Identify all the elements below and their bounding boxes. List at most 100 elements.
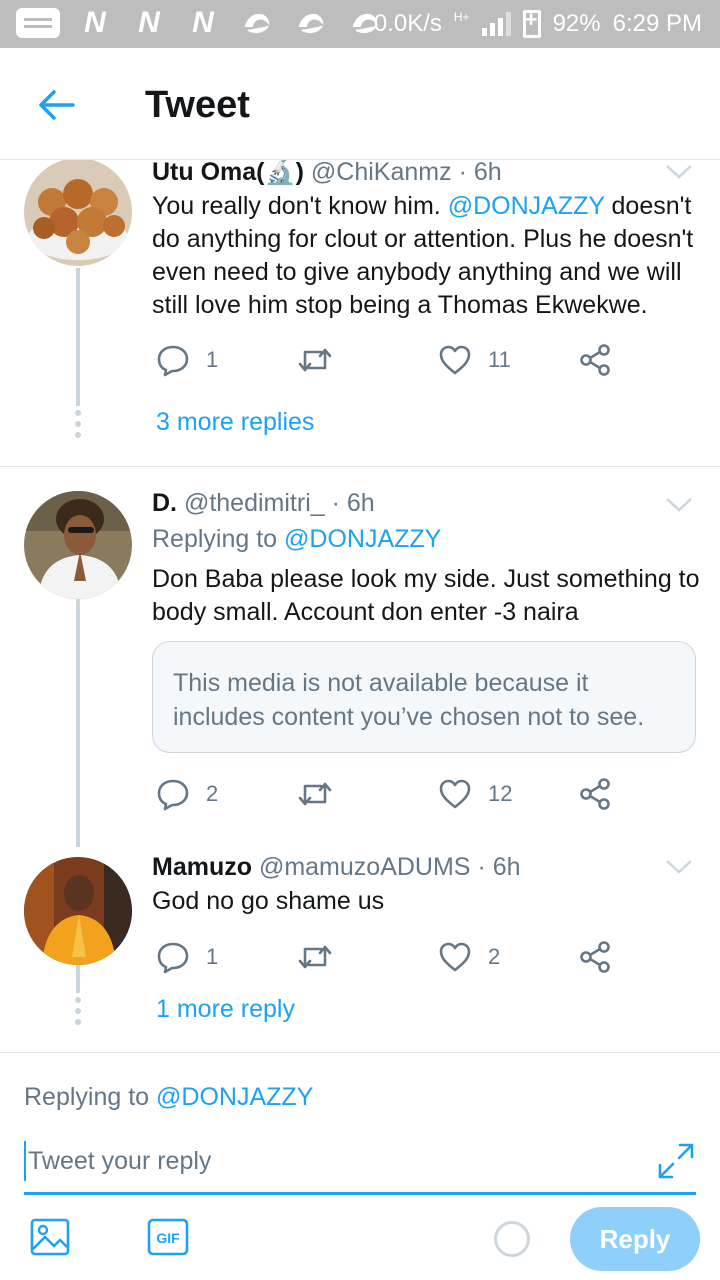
author-name[interactable]: D. (152, 489, 177, 517)
avatar-image-person-praying (24, 491, 132, 599)
like-count: 11 (488, 347, 511, 372)
reply-button[interactable]: Reply (570, 1207, 700, 1271)
share-icon (580, 344, 610, 376)
author-handle[interactable]: @mamuzoADUMS (259, 853, 471, 881)
media-unavailable-notice[interactable]: This media is not available because it i… (152, 641, 696, 753)
thread-dots (74, 997, 82, 1025)
tweet-text: Don Baba please look my side. Just somet… (152, 565, 700, 626)
tweet-menu-button[interactable] (664, 162, 694, 182)
page-title: Tweet (145, 84, 250, 126)
clock: 6:29 PM (612, 10, 702, 37)
share-icon (580, 941, 610, 973)
reply-action[interactable]: 1 (156, 340, 218, 380)
chevron-down-icon (666, 498, 692, 512)
character-counter-ring (494, 1221, 530, 1257)
add-gif-button[interactable]: GIF (146, 1217, 190, 1262)
reply-count: 1 (206, 944, 219, 969)
more-replies-link[interactable]: 3 more replies (156, 408, 314, 437)
separator-dot: · (458, 160, 467, 186)
battery-icon (522, 7, 541, 38)
thread-line (76, 268, 80, 406)
more-replies-link[interactable]: 1 more reply (156, 995, 295, 1024)
back-arrow-icon (39, 90, 75, 120)
tweet-header: D. @thedimitri_ · 6h (152, 489, 375, 518)
avatar[interactable] (24, 491, 132, 599)
replying-to: Replying to @DONJAZZY (152, 525, 441, 554)
tweet-item[interactable]: D. @thedimitri_ · 6h Replying to @DONJAZ… (0, 467, 720, 847)
mention-link[interactable]: @DONJAZZY (284, 525, 441, 553)
author-handle[interactable]: @ChiKanmz (311, 160, 452, 186)
reply-icon (157, 345, 189, 377)
author-handle[interactable]: @thedimitri_ (184, 489, 325, 517)
thread-line (76, 599, 80, 847)
like-count: 12 (488, 781, 513, 806)
tweet-text: You really don't know him. @DONJAZZY doe… (152, 190, 700, 322)
mention-link[interactable]: @DONJAZZY (448, 192, 605, 220)
tweet-text-part: You really don't know him. (152, 192, 448, 220)
add-photo-button[interactable] (30, 1217, 70, 1262)
signal-icon (481, 12, 511, 36)
separator-dot: · (331, 489, 340, 517)
reply-composer: Replying to @DONJAZZY GIF Reply (0, 1052, 720, 1280)
reply-input[interactable] (24, 1141, 584, 1181)
avatar-image-man-in-orange (24, 857, 132, 965)
swirl-app-icon (292, 8, 330, 38)
share-action[interactable] (578, 774, 612, 814)
like-action[interactable]: 12 (438, 774, 512, 814)
system-status: 0.0K/s H+ 92% 6:29 PM (373, 7, 702, 38)
tweet-text: God no go shame us (152, 887, 385, 915)
retweet-icon (298, 348, 332, 372)
tweet-menu-button[interactable] (664, 857, 694, 877)
retweet-icon (298, 782, 332, 806)
back-button[interactable] (28, 80, 84, 130)
author-name[interactable]: Utu Oma(🔬) (152, 160, 304, 186)
avatar[interactable] (24, 857, 132, 965)
author-name[interactable]: Mamuzo (152, 853, 252, 881)
reply-thread[interactable]: Utu Oma(🔬) @ChiKanmz · 6h You really don… (0, 160, 720, 1052)
replying-label: Replying to (24, 1083, 157, 1111)
tweet-time: 6h (473, 160, 502, 186)
notification-icons: N N N (16, 6, 384, 39)
share-action[interactable] (578, 937, 612, 977)
retweet-action[interactable] (297, 937, 349, 977)
heart-icon (439, 942, 471, 972)
tweet-header: Utu Oma(🔬) @ChiKanmz · 6h (152, 160, 502, 187)
tweet-header: Mamuzo @mamuzoADUMS · 6h (152, 853, 521, 882)
tweet-item[interactable]: Mamuzo @mamuzoADUMS · 6h God no go shame… (0, 847, 720, 1052)
retweet-icon (298, 945, 332, 969)
reply-count: 1 (206, 347, 219, 372)
avatar-image-puff-puff (24, 160, 132, 266)
like-action[interactable]: 11 (438, 340, 511, 380)
mention-link[interactable]: @DONJAZZY (156, 1083, 313, 1111)
thread-dots (74, 410, 82, 438)
app-header: Tweet (0, 48, 720, 160)
expand-composer-button[interactable] (656, 1141, 696, 1181)
heart-icon (439, 779, 471, 809)
retweet-action[interactable] (297, 774, 349, 814)
like-action[interactable]: 2 (438, 937, 500, 977)
reply-count: 2 (206, 781, 219, 806)
tweet-item[interactable]: Utu Oma(🔬) @ChiKanmz · 6h You really don… (0, 160, 720, 466)
input-underline (24, 1192, 696, 1195)
retweet-action[interactable] (297, 340, 349, 380)
reply-icon (157, 942, 189, 974)
image-icon (30, 1218, 70, 1256)
expand-icon (658, 1143, 694, 1179)
swirl-app-icon (238, 8, 276, 38)
message-icon (16, 8, 60, 38)
tweet-actions: 2 12 (152, 774, 622, 814)
n-app-icon: N (192, 6, 214, 39)
reply-action[interactable]: 1 (156, 937, 218, 977)
n-app-icon: N (84, 6, 106, 39)
avatar[interactable] (24, 160, 132, 266)
reply-action[interactable]: 2 (156, 774, 218, 814)
tweet-actions: 1 2 (152, 937, 622, 977)
replying-label: Replying to (152, 525, 285, 553)
heart-icon (439, 345, 471, 375)
tweet-actions: 1 11 (152, 340, 622, 380)
like-count: 2 (488, 944, 501, 969)
network-type: H+ (453, 10, 470, 24)
share-action[interactable] (578, 340, 612, 380)
tweet-menu-button[interactable] (664, 495, 694, 515)
network-speed: 0.0K/s (373, 10, 442, 37)
